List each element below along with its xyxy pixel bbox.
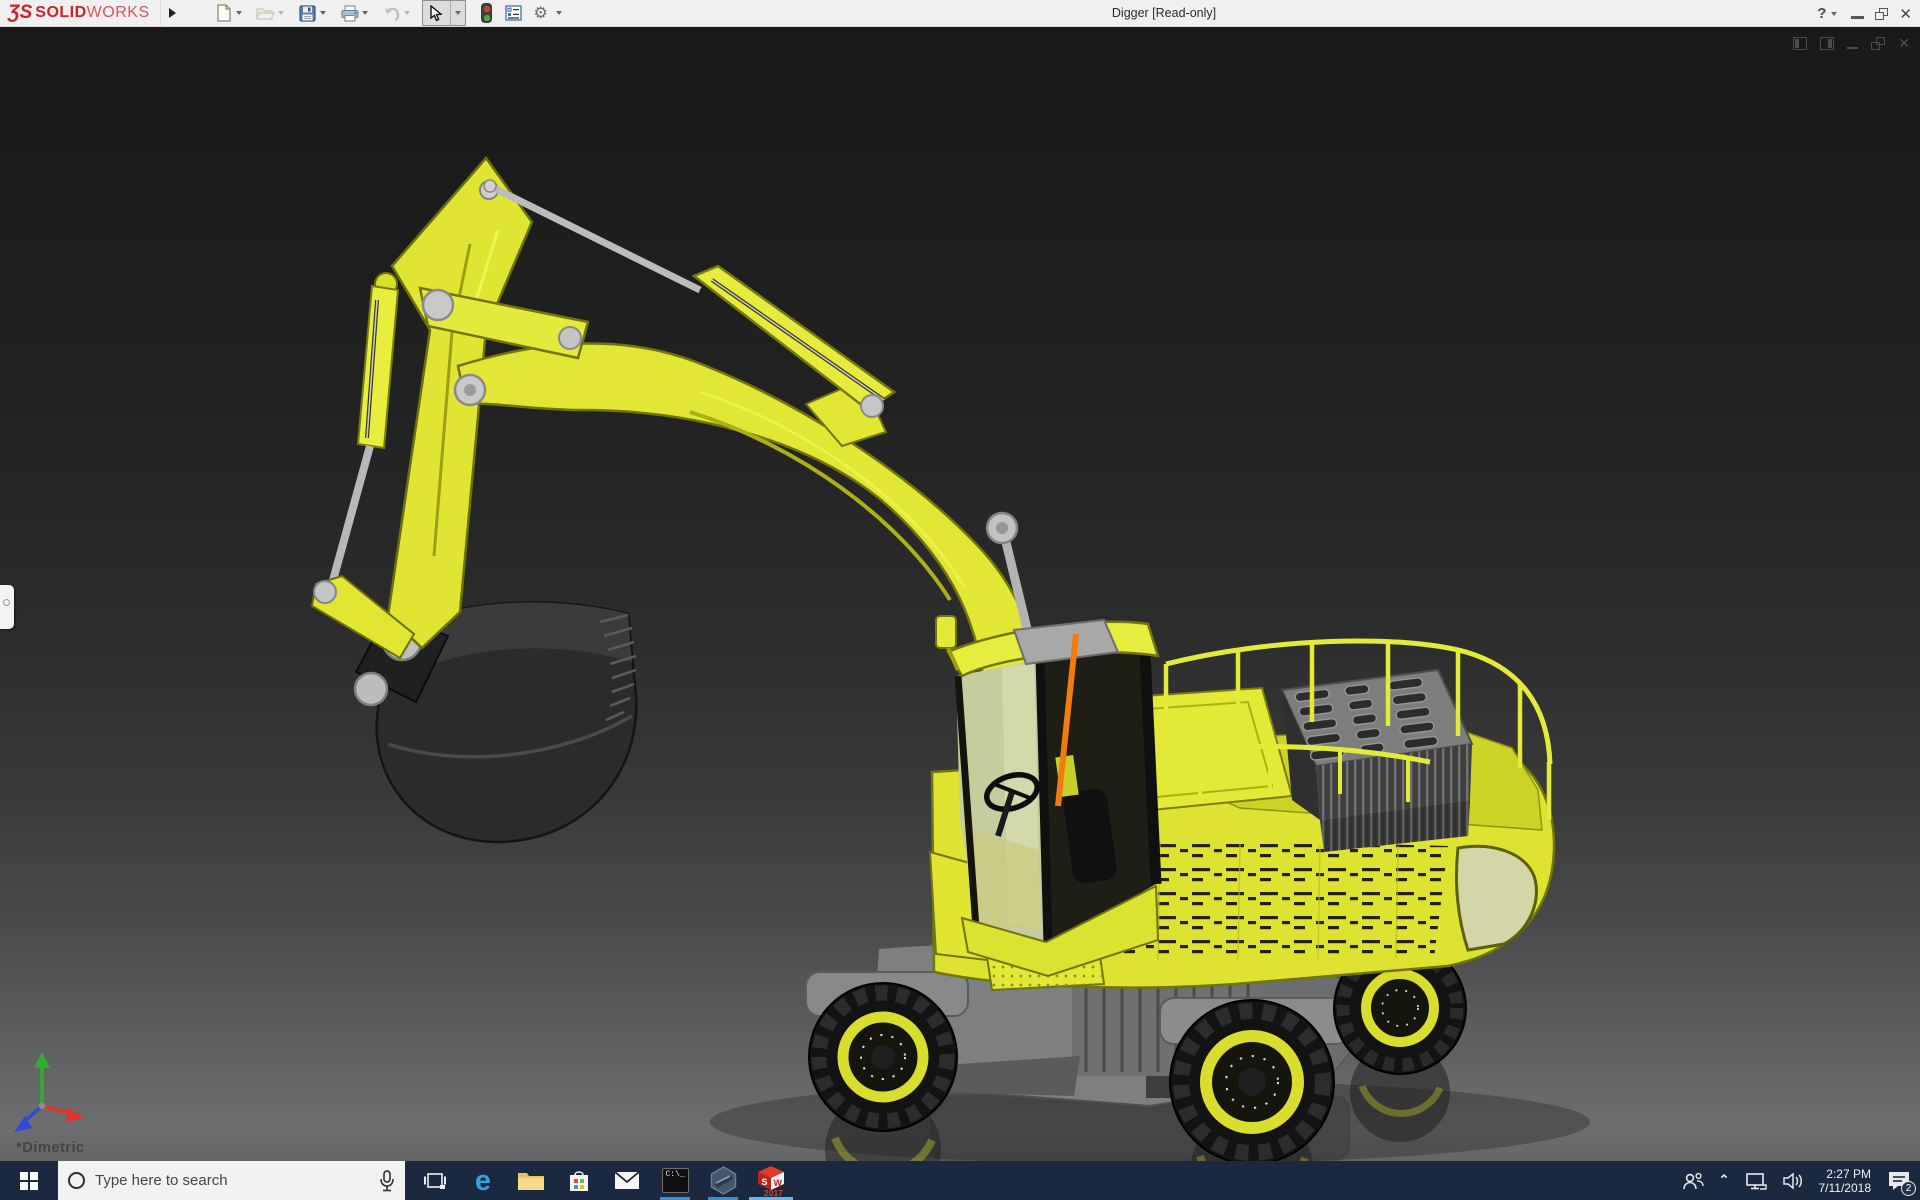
edge-button[interactable]: e <box>459 1161 507 1200</box>
save-button[interactable] <box>296 1 320 25</box>
doc-restore-button[interactable] <box>1871 37 1885 50</box>
print-button[interactable] <box>338 1 362 25</box>
undo-dropdown-icon[interactable] <box>404 11 410 15</box>
open-folder-icon <box>256 6 275 21</box>
select-tool-group <box>422 0 466 26</box>
collapsed-panel-tab[interactable] <box>0 585 14 629</box>
file-explorer-icon <box>517 1170 545 1192</box>
graphics-viewport[interactable]: ✕ *Dimetric <box>0 27 1920 1161</box>
menu-expand-arrow-icon[interactable] <box>169 8 176 18</box>
svg-text:2017: 2017 <box>764 1188 783 1197</box>
document-title: Digger [Read-only] <box>1044 0 1284 27</box>
digger-3d-model <box>0 27 1920 1161</box>
cortana-icon <box>68 1172 85 1189</box>
title-bar: ƷS SOLIDWORKS <box>0 0 1920 27</box>
panel-tab-dot-icon <box>3 599 10 606</box>
window-controls: ? ✕ <box>1817 0 1912 27</box>
hexagon-app-button[interactable] <box>699 1161 747 1200</box>
minimize-button[interactable] <box>1851 16 1864 19</box>
store-icon <box>567 1169 591 1193</box>
people-icon[interactable] <box>1682 1172 1704 1190</box>
taskbar-search[interactable]: Type here to search <box>58 1161 405 1200</box>
command-prompt-icon: C:\_ <box>662 1168 689 1193</box>
notification-count-badge: 2 <box>1901 1181 1916 1196</box>
taskbar-clock[interactable]: 2:27 PM 7/11/2018 <box>1819 1167 1872 1195</box>
close-button[interactable]: ✕ <box>1899 5 1912 23</box>
start-button[interactable] <box>0 1161 58 1200</box>
windows-logo-icon <box>20 1172 38 1190</box>
windows-taskbar: Type here to search e <box>0 1161 1920 1200</box>
save-floppy-icon <box>299 5 316 22</box>
cab <box>936 616 1158 976</box>
settings-dropdown-icon[interactable] <box>556 11 562 15</box>
network-icon[interactable] <box>1745 1172 1767 1190</box>
store-button[interactable] <box>555 1161 603 1200</box>
undo-arrow-icon <box>383 6 401 21</box>
tray-expand-chevron-icon[interactable]: ⌃ <box>1719 1172 1730 1188</box>
svg-text:S: S <box>762 1177 768 1187</box>
mail-icon <box>614 1171 640 1190</box>
orientation-triad <box>14 1052 84 1132</box>
doc-close-button[interactable]: ✕ <box>1898 37 1910 50</box>
stoplight-icon <box>481 3 492 23</box>
new-document-button[interactable] <box>212 1 236 25</box>
help-dropdown-icon[interactable] <box>1831 12 1837 16</box>
svg-text:W: W <box>774 1178 783 1188</box>
hexagon-app-icon <box>710 1166 737 1195</box>
options-list-icon <box>505 5 522 21</box>
taskbar-apps: e <box>411 1161 795 1200</box>
open-dropdown-icon[interactable] <box>278 11 284 15</box>
select-dropdown-icon[interactable] <box>451 1 465 25</box>
action-center-button[interactable]: 2 <box>1886 1168 1912 1194</box>
show-pane-left-button[interactable] <box>1793 37 1807 50</box>
quick-access-toolbar: ⚙ <box>212 0 565 26</box>
select-cursor-icon <box>429 5 443 22</box>
mail-button[interactable] <box>603 1161 651 1200</box>
options-list-button[interactable] <box>502 1 526 25</box>
wheel-front-left <box>809 983 957 1131</box>
help-button[interactable]: ? <box>1817 5 1826 22</box>
clock-date: 7/11/2018 <box>1819 1181 1872 1195</box>
system-tray: ⌃ 2:27 PM 7/11/2018 <box>1682 1161 1920 1200</box>
volume-icon[interactable] <box>1782 1172 1804 1190</box>
open-button[interactable] <box>254 1 278 25</box>
solidworks-logo: ƷS SOLIDWORKS <box>0 0 161 27</box>
brand-solid: SOLID <box>35 4 86 22</box>
microphone-icon[interactable] <box>379 1170 395 1192</box>
solidworks-2017-button[interactable]: S W 2017 <box>747 1161 795 1200</box>
file-explorer-button[interactable] <box>507 1161 555 1200</box>
doc-minimize-button[interactable] <box>1847 38 1858 50</box>
print-dropdown-icon[interactable] <box>362 11 368 15</box>
restore-button[interactable] <box>1875 8 1888 20</box>
task-view-button[interactable] <box>411 1161 459 1200</box>
select-tool-button[interactable] <box>423 1 451 25</box>
save-dropdown-icon[interactable] <box>320 11 326 15</box>
search-placeholder: Type here to search <box>95 1172 369 1189</box>
command-prompt-button[interactable]: C:\_ <box>651 1161 699 1200</box>
clock-time: 2:27 PM <box>1819 1167 1872 1181</box>
task-view-icon <box>424 1172 446 1190</box>
dassault-logo-icon: ƷS <box>8 2 32 24</box>
settings-button[interactable]: ⚙ <box>529 1 553 25</box>
gear-icon: ⚙ <box>533 3 547 23</box>
new-document-icon <box>216 4 232 22</box>
print-icon <box>341 5 359 22</box>
solidworks-2017-icon: S W 2017 <box>756 1165 786 1197</box>
view-orientation-label: *Dimetric <box>16 1139 85 1156</box>
document-window-controls: ✕ <box>1793 37 1910 50</box>
edge-icon: e <box>475 1166 491 1196</box>
wheel-front-right <box>1170 1000 1334 1161</box>
new-dropdown-icon[interactable] <box>236 11 242 15</box>
brand-works: WORKS <box>87 4 150 22</box>
show-pane-right-button[interactable] <box>1820 37 1834 50</box>
rebuild-stoplight-button[interactable] <box>475 1 499 25</box>
solidworks-window: ƷS SOLIDWORKS <box>0 0 1920 1200</box>
undo-button[interactable] <box>380 1 404 25</box>
